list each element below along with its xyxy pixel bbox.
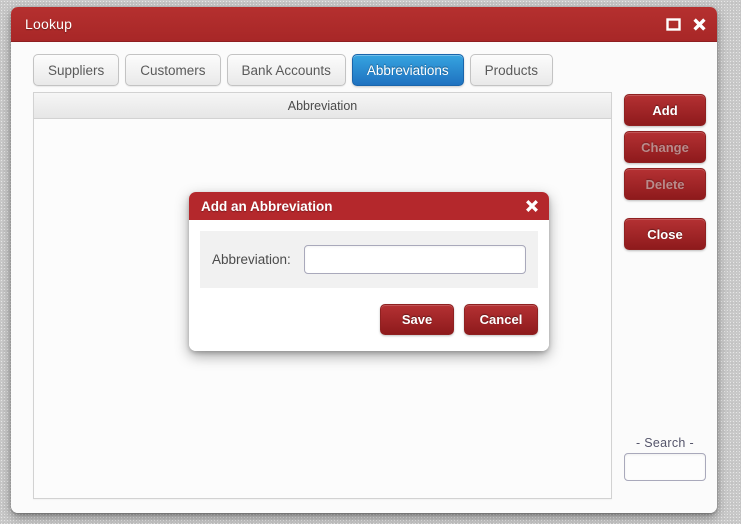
save-button[interactable]: Save — [380, 304, 454, 335]
lookup-window: Lookup Suppliers Customers Bank Accounts… — [11, 7, 717, 513]
abbreviation-input[interactable] — [303, 245, 526, 274]
dialog-footer: Save Cancel — [189, 288, 549, 351]
window-title: Lookup — [25, 16, 73, 32]
window-controls — [665, 16, 708, 33]
abbreviation-field-label: Abbreviation: — [212, 252, 291, 267]
close-action-button[interactable]: Close — [624, 218, 706, 250]
tab-bank-accounts[interactable]: Bank Accounts — [226, 54, 346, 86]
add-button[interactable]: Add — [624, 94, 706, 126]
dialog-title: Add an Abbreviation — [201, 198, 333, 214]
window-titlebar: Lookup — [11, 7, 717, 42]
add-abbreviation-dialog: Add an Abbreviation Abbreviation: Save C… — [189, 192, 549, 351]
tab-suppliers[interactable]: Suppliers — [33, 54, 120, 86]
tab-bar: Suppliers Customers Bank Accounts Abbrev… — [22, 54, 706, 86]
dialog-close-icon[interactable] — [524, 198, 540, 214]
cancel-button[interactable]: Cancel — [464, 304, 538, 335]
search-area: - Search - — [624, 436, 706, 499]
search-label: - Search - — [636, 436, 694, 450]
change-button: Change — [624, 131, 706, 163]
close-button[interactable] — [691, 16, 708, 33]
dialog-titlebar: Add an Abbreviation — [189, 192, 549, 220]
delete-button: Delete — [624, 168, 706, 200]
table-column-header-abbreviation[interactable]: Abbreviation — [34, 93, 611, 119]
tab-products[interactable]: Products — [469, 54, 553, 86]
action-button-column: Add Change Delete Close - Search - — [624, 92, 706, 499]
search-input[interactable] — [624, 453, 706, 481]
tab-abbreviations[interactable]: Abbreviations — [351, 54, 464, 86]
dialog-form: Abbreviation: — [200, 231, 538, 288]
maximize-button[interactable] — [665, 16, 682, 33]
tab-customers[interactable]: Customers — [125, 54, 221, 86]
